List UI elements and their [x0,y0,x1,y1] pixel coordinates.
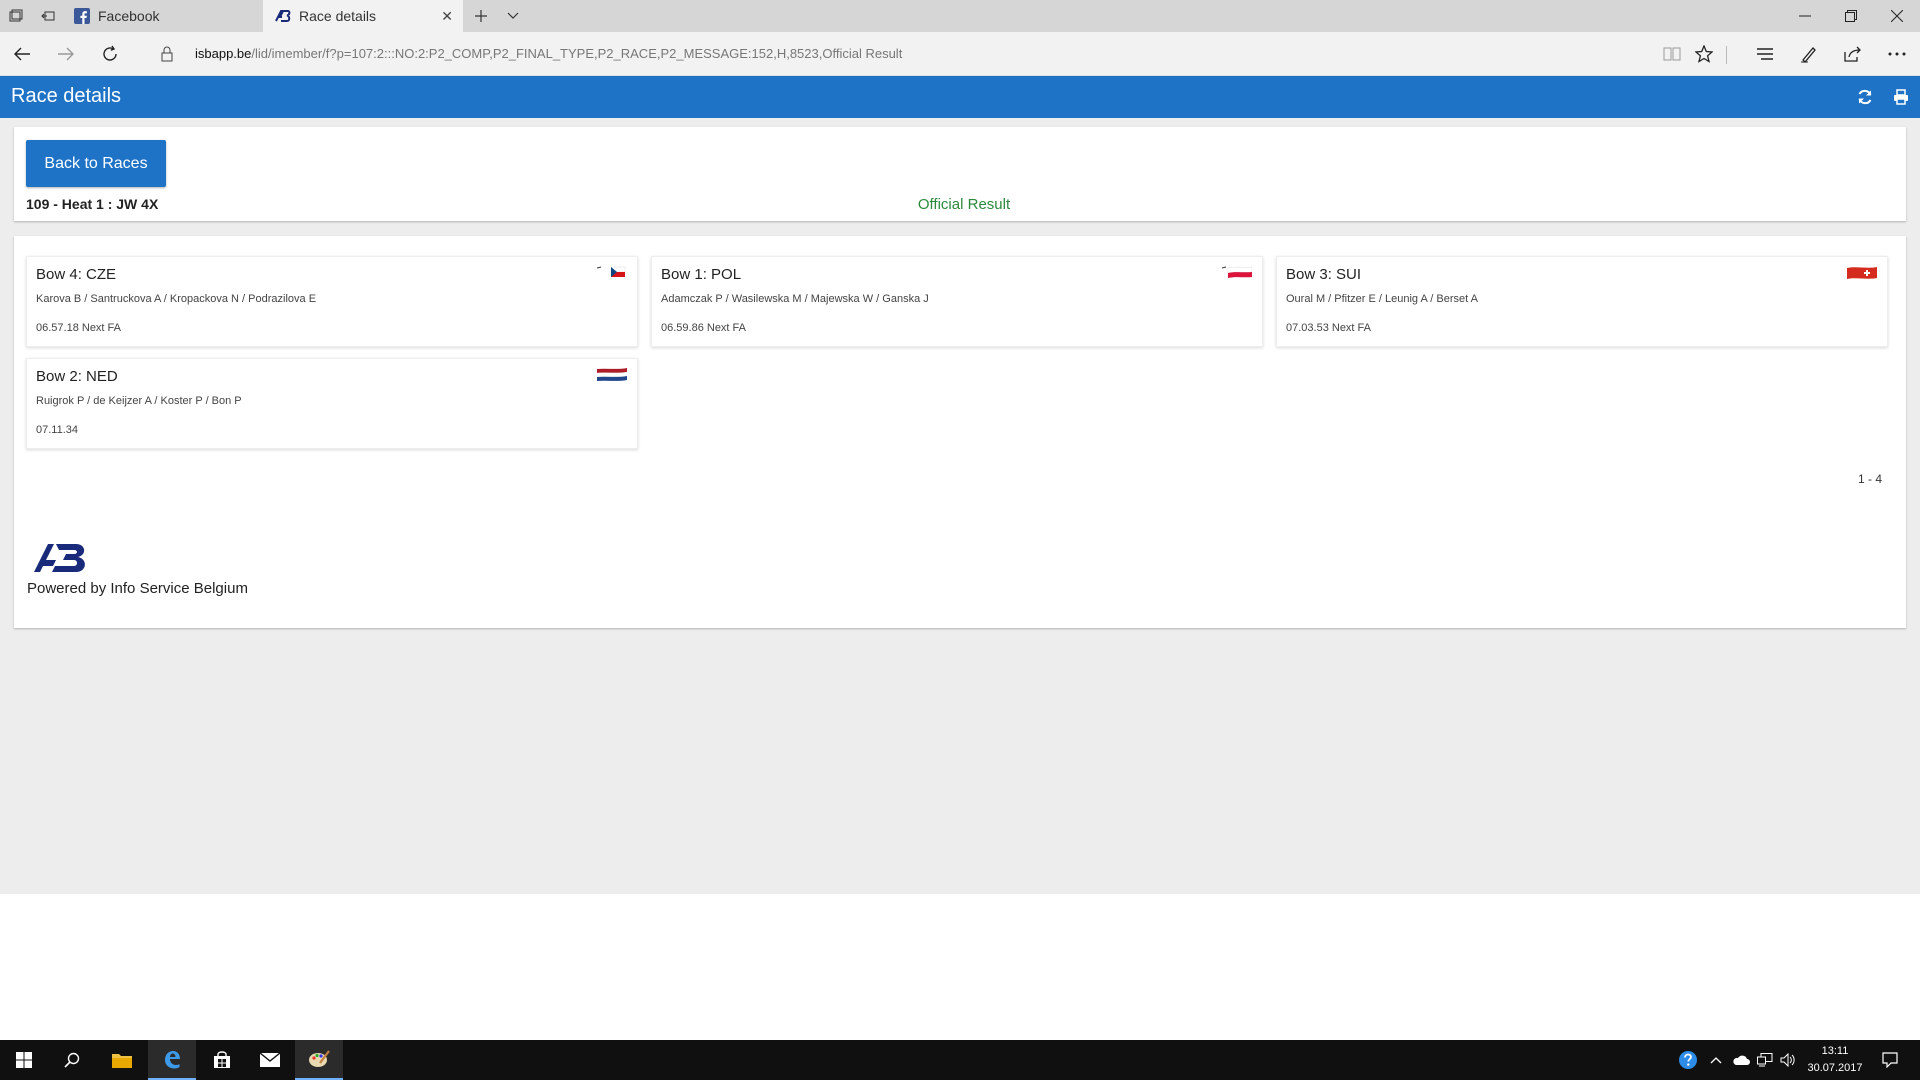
volume-icon[interactable] [1777,1040,1799,1080]
crew-members: Karova B / Santruckova A / Kropackova N … [36,293,317,305]
powered-by-text: Powered by Info Service Belgium [27,580,248,597]
search-icon[interactable] [48,1040,96,1080]
minimize-icon[interactable] [1782,0,1828,32]
action-center-icon[interactable] [1874,1040,1906,1080]
back-to-races-button[interactable]: Back to Races [26,140,166,187]
crew-card[interactable]: Bow 1: POL Adamczak P / Wasilewska M / M… [651,256,1263,347]
crew-result: 06.57.18 Next FA [36,322,121,334]
clock[interactable]: 13:11 30.07.2017 [1800,1043,1870,1077]
favorite-star-icon[interactable] [1688,38,1720,70]
crew-result: 07.11.34 [36,424,79,436]
race-summary-panel: Back to Races 109 - Heat 1 : JW 4X Offic… [14,127,1906,221]
pagination-range: 1 - 4 [1857,472,1882,486]
tab-race-details[interactable]: Race details ✕ [263,0,463,32]
tab-label: Facebook [98,8,160,24]
refresh-icon[interactable] [94,38,126,70]
help-icon[interactable] [1676,1040,1700,1080]
page-title: Race details [11,85,122,107]
clock-date: 30.07.2017 [1807,1062,1863,1074]
tab-label: Race details [299,8,377,24]
reading-view-icon[interactable] [1656,38,1688,70]
crew-bow: Bow 1: POL [661,266,742,283]
clock-time: 13:11 [1821,1045,1849,1057]
facebook-icon [74,8,90,24]
cze-flag-icon [597,266,626,277]
crew-card[interactable]: Bow 2: NED Ruigrok P / de Keijzer A / Ko… [26,358,638,449]
crew-card[interactable]: Bow 3: SUI Oural M / Pfitzer E / Leunig … [1276,256,1888,347]
hub-icon[interactable] [1749,38,1781,70]
store-icon[interactable] [198,1040,246,1080]
isb-logo-icon [34,544,85,572]
paint-app-icon[interactable] [295,1040,343,1080]
print-icon[interactable] [1889,85,1913,109]
crew-bow: Bow 4: CZE [36,266,117,283]
back-arrow-icon[interactable] [6,38,38,70]
race-title: 109 - Heat 1 : JW 4X [26,196,159,212]
tab-facebook[interactable]: Facebook [62,0,262,32]
mail-icon[interactable] [246,1040,294,1080]
crew-bow: Bow 2: NED [36,368,118,385]
ned-flag-icon [597,368,627,381]
chevron-down-icon[interactable] [497,0,529,32]
tab-preview-icon[interactable] [0,0,32,32]
taskbar: 13:11 30.07.2017 [0,1040,1920,1080]
pol-flag-icon [1222,266,1252,278]
tab-bar: Facebook Race details ✕ [0,0,1920,32]
network-icon[interactable] [1754,1040,1776,1080]
close-window-icon[interactable] [1874,0,1920,32]
web-note-pen-icon[interactable] [1793,38,1825,70]
page-content: Race details Back to Races 109 - Heat 1 … [0,76,1920,894]
more-icon[interactable] [1881,38,1913,70]
refresh-icon[interactable] [1853,85,1877,109]
set-aside-tabs-icon[interactable] [32,0,64,32]
crew-members: Oural M / Pfitzer E / Leunig A / Berset … [1286,293,1478,305]
isb-icon [275,8,291,24]
app-header: Race details [0,76,1920,118]
crew-card[interactable]: Bow 4: CZE Karova B / Santruckova A / Kr… [26,256,638,347]
race-status: Official Result [917,196,1011,213]
url-field[interactable]: isbapp.be/lid/imember/f?p=107:2:::NO:2:P… [195,46,902,61]
crew-members: Ruigrok P / de Keijzer A / Koster P / Bo… [36,395,242,407]
edge-browser-icon[interactable] [148,1040,196,1080]
restore-icon[interactable] [1828,0,1874,32]
crew-result: 07.03.53 Next FA [1286,322,1371,334]
address-bar: isbapp.be/lid/imember/f?p=107:2:::NO:2:P… [0,32,1920,76]
forward-arrow-icon[interactable] [50,38,82,70]
lock-icon [151,38,183,70]
close-tab-icon[interactable]: ✕ [441,8,453,25]
new-tab-icon[interactable] [465,0,497,32]
chevron-up-icon[interactable] [1706,1040,1726,1080]
onedrive-cloud-icon[interactable] [1729,1040,1753,1080]
crew-result: 06.59.86 Next FA [661,322,746,334]
toolbar-separator [1726,46,1727,64]
windows-start-icon[interactable] [0,1040,48,1080]
file-explorer-icon[interactable] [98,1040,146,1080]
results-panel: Bow 4: CZE Karova B / Santruckova A / Kr… [14,236,1906,628]
crew-bow: Bow 3: SUI [1286,266,1362,283]
share-icon[interactable] [1837,38,1869,70]
crew-members: Adamczak P / Wasilewska M / Majewska W /… [661,293,929,305]
url-path: /lid/imember/f?p=107:2:::NO:2:P2_COMP,P2… [251,46,903,61]
sui-flag-icon [1847,267,1877,279]
url-host: isbapp.be [195,46,252,61]
